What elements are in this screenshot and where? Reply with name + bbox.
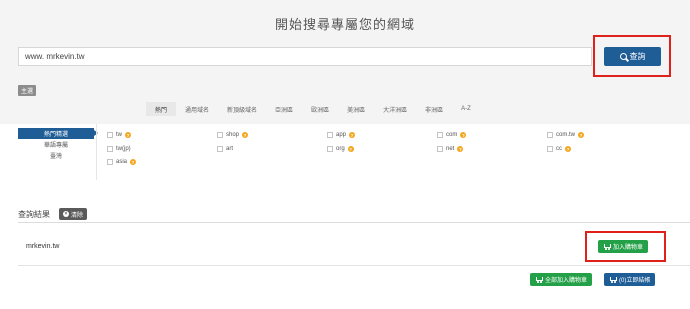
search-input[interactable]: www. mrkevin.tw (18, 47, 592, 66)
tab-europe[interactable]: 歐洲區 (302, 102, 338, 116)
checkbox[interactable] (327, 146, 333, 152)
checkbox[interactable] (437, 132, 443, 138)
page-title: 開始搜尋專屬您的網域 (274, 17, 415, 32)
checkbox[interactable] (547, 146, 553, 152)
checkbox[interactable] (107, 159, 113, 165)
results-divider (18, 222, 690, 223)
tab-new-gtld[interactable]: 新頂級域名 (218, 102, 266, 116)
tab-oceania[interactable]: 大洋洲區 (374, 102, 416, 116)
tld-option-com[interactable]: com? (437, 130, 467, 140)
tld-option-shop[interactable]: shop? (217, 130, 249, 140)
cart-icon (609, 276, 617, 283)
help-icon[interactable]: ? (457, 146, 464, 152)
sidebar-item-popular[interactable]: 熱門精選 (18, 128, 98, 139)
tld-option-tw[interactable]: tw? (107, 130, 131, 140)
help-icon[interactable]: ? (347, 146, 354, 152)
sidebar-item-taiwan[interactable]: 臺灣 (18, 150, 94, 161)
tab-a-z[interactable]: A-Z (452, 102, 480, 116)
help-icon[interactable]: ? (578, 132, 585, 138)
help-icon[interactable]: ? (565, 146, 571, 152)
sidebar-item-chinese[interactable]: 華語專屬 (18, 139, 94, 150)
tld-option-tw-jp[interactable]: tw(jp) (107, 144, 131, 154)
results-label: 查詢結果 (18, 210, 50, 219)
checkout-button[interactable]: (0)立即結帳 (604, 273, 656, 286)
help-icon[interactable]: ? (125, 132, 131, 138)
help-icon[interactable]: ? (349, 132, 356, 138)
checkbox[interactable] (217, 146, 223, 152)
help-icon[interactable]: ? (460, 132, 467, 138)
tab-americas[interactable]: 美洲區 (338, 102, 374, 116)
tld-option-art[interactable]: art (217, 144, 233, 154)
highlight-box-search (593, 35, 671, 77)
tld-option-cc[interactable]: cc? (547, 144, 571, 154)
help-icon[interactable]: ? (130, 159, 137, 165)
result-domain: mrkevin.tw (26, 243, 60, 250)
clear-button[interactable]: × 清除 (59, 208, 88, 220)
add-all-to-cart-button[interactable]: 全部加入購物車 (530, 273, 593, 286)
tab-africa[interactable]: 非洲區 (416, 102, 452, 116)
checkbox[interactable] (107, 132, 113, 138)
section-badge: 主選 (18, 85, 37, 96)
tld-tabs: 熱門 通用域名 新頂級域名 亞洲區 歐洲區 美洲區 大洋洲區 非洲區 A-Z (146, 102, 480, 116)
tld-option-net[interactable]: net? (437, 144, 464, 154)
checkbox[interactable] (437, 146, 443, 152)
sidebar-divider (96, 124, 97, 180)
tld-option-asia[interactable]: asia? (107, 157, 137, 167)
checkbox[interactable] (217, 132, 223, 138)
tab-popular[interactable]: 熱門 (146, 102, 177, 116)
tld-option-app[interactable]: app? (327, 130, 356, 140)
tld-sidebar: 熱門精選 華語專屬 臺灣 (18, 128, 98, 161)
search-input-value: www. mrkevin.tw (25, 52, 85, 61)
tld-option-org[interactable]: org? (327, 144, 354, 154)
clear-icon: × (63, 211, 69, 217)
tab-generic[interactable]: 通用域名 (176, 102, 218, 116)
tab-asia[interactable]: 亞洲區 (266, 102, 302, 116)
checkbox[interactable] (547, 132, 553, 138)
tld-option-com-tw[interactable]: com.tw? (547, 130, 585, 140)
cart-icon (535, 276, 543, 283)
checkbox[interactable] (327, 132, 333, 138)
checkbox[interactable] (107, 146, 113, 152)
highlight-box-add-to-cart (585, 231, 666, 262)
help-icon[interactable]: ? (242, 132, 249, 138)
